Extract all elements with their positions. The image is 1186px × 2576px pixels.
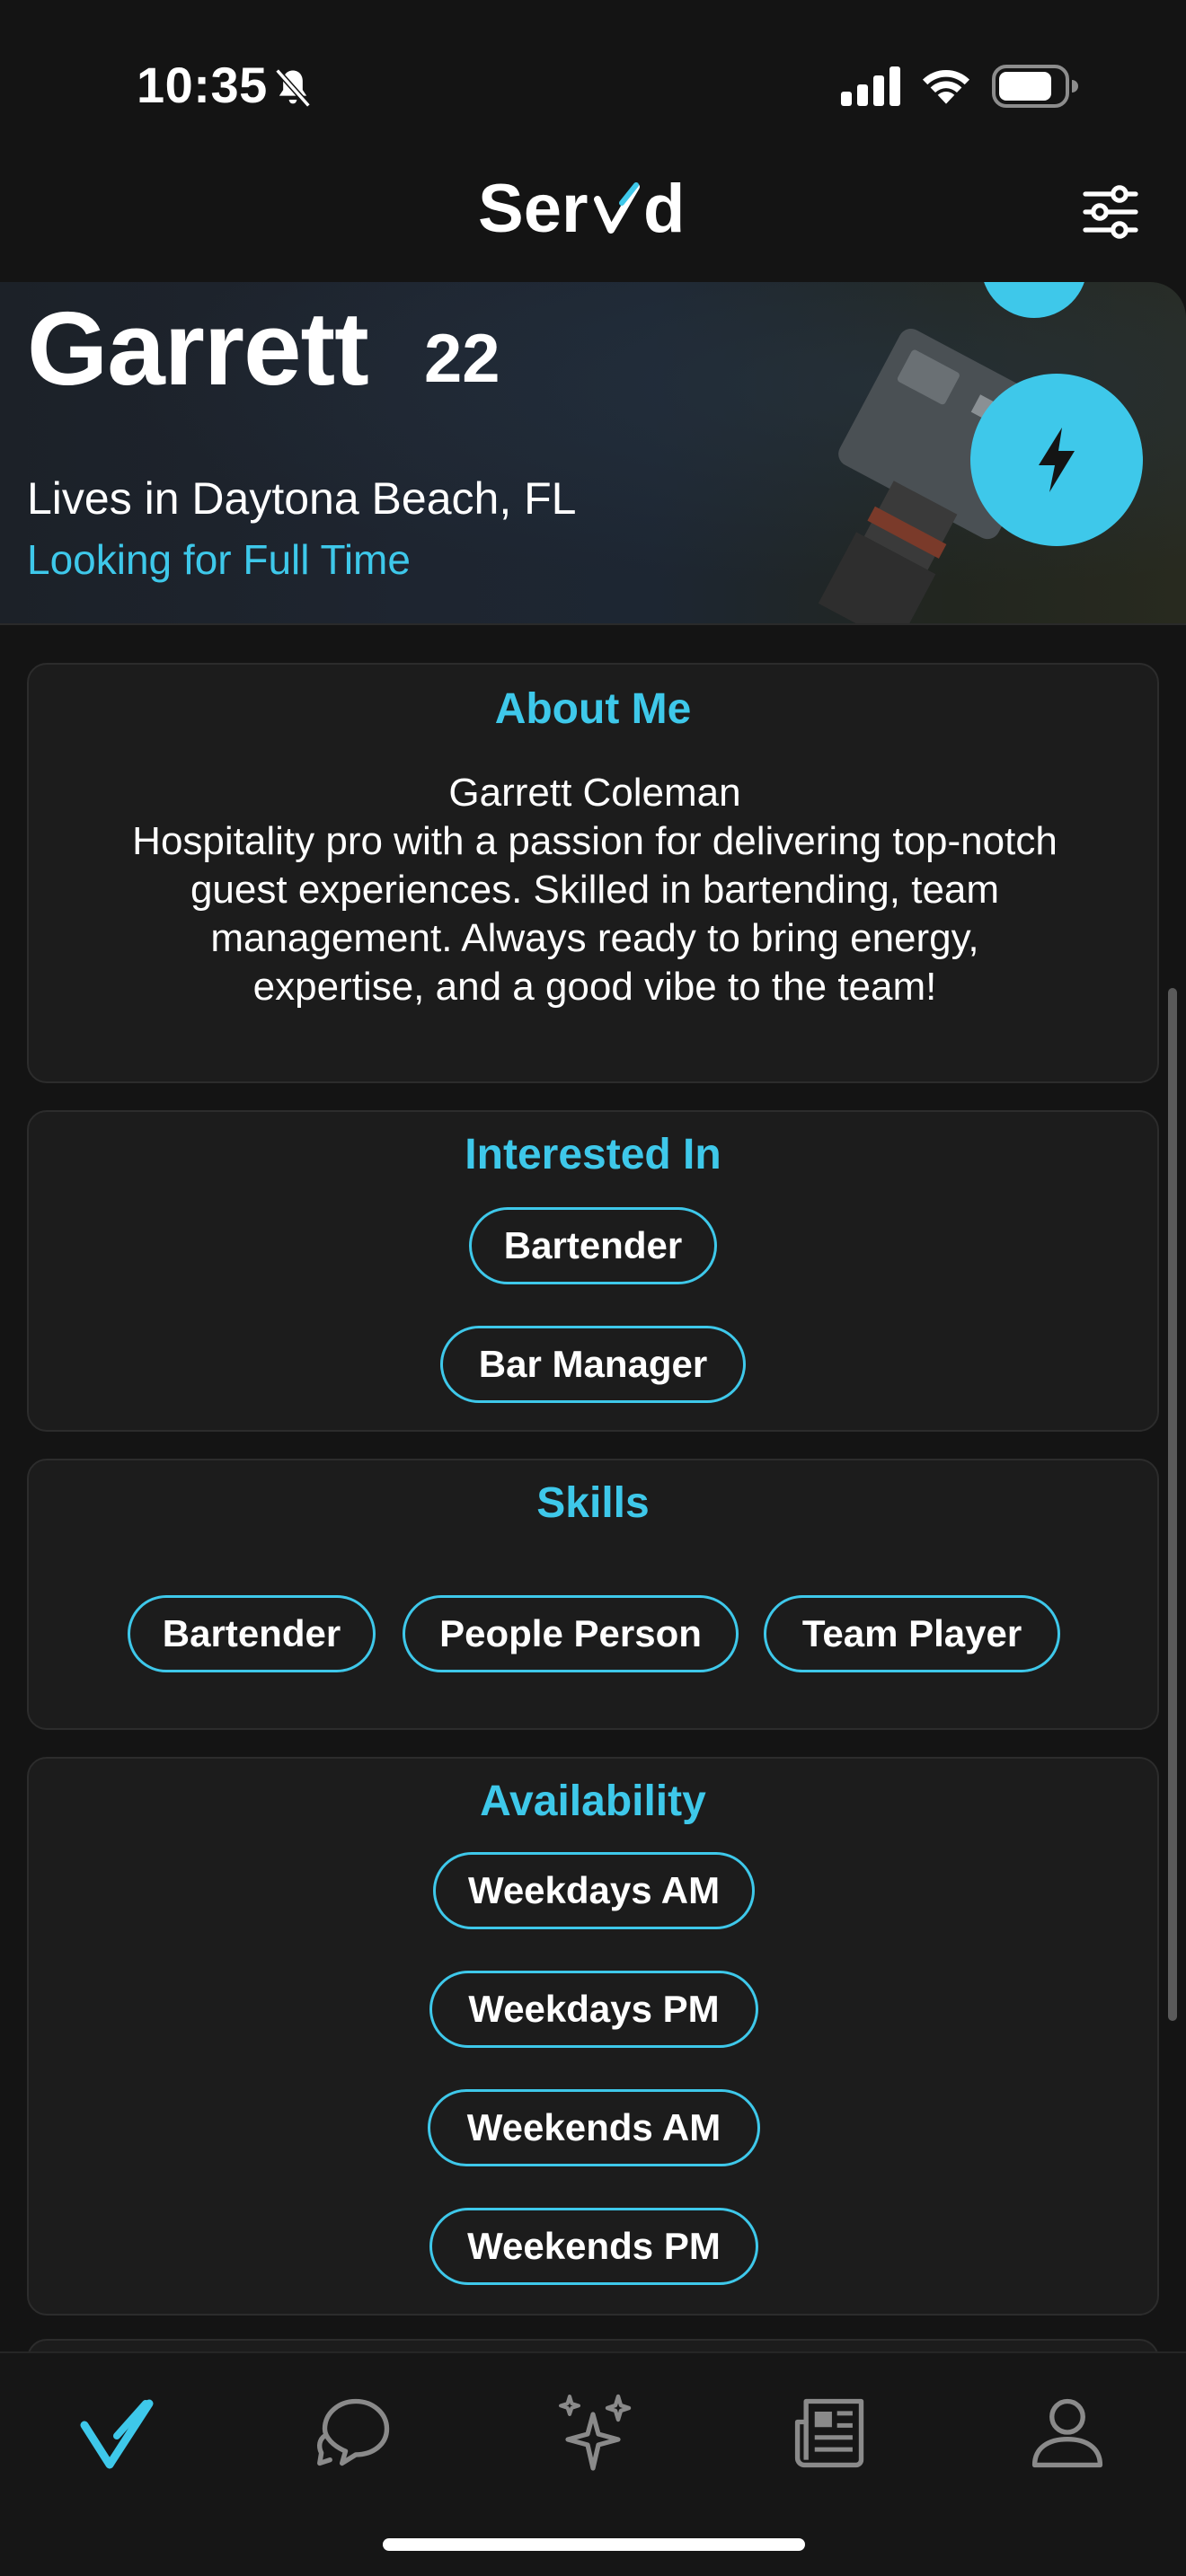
tab-ai[interactable] xyxy=(548,2387,638,2477)
availability-chip[interactable]: Weekdays PM xyxy=(429,1971,758,2048)
svg-text:Ser: Ser xyxy=(478,172,589,244)
tab-profile[interactable] xyxy=(1022,2387,1112,2477)
status-bar: 10:35 xyxy=(0,0,1186,162)
interest-chip[interactable]: Bartender xyxy=(469,1207,717,1284)
profile-name: Garrett xyxy=(27,290,369,407)
skill-chip[interactable]: Bartender xyxy=(128,1595,376,1672)
tab-news[interactable] xyxy=(785,2387,875,2477)
interested-in-title: Interested In xyxy=(465,1131,721,1178)
about-me-card: About Me Garrett Coleman Hospitality pro … xyxy=(27,663,1159,1083)
servd-logo: Ser d xyxy=(478,172,685,244)
interested-in-card: Interested In Bartender Bar Manager xyxy=(27,1110,1159,1432)
about-me-title: About Me xyxy=(494,685,692,733)
person-icon xyxy=(1031,2398,1103,2468)
about-me-text: Garrett Coleman Hospitality pro with a pa… xyxy=(128,769,1062,1011)
cellular-signal-icon xyxy=(841,66,900,106)
lightning-bolt-icon xyxy=(1039,428,1075,492)
home-indicator[interactable] xyxy=(383,2538,805,2551)
tab-messages[interactable] xyxy=(311,2387,401,2477)
wifi-icon xyxy=(922,69,970,104)
availability-card: Availability Weekdays AM Weekdays PM Wee… xyxy=(27,1757,1159,2316)
bell-off-icon xyxy=(275,68,311,108)
availability-title: Availability xyxy=(480,1778,706,1825)
about-me-fullname: Garrett Coleman xyxy=(448,771,741,815)
availability-chip[interactable]: Weekdays AM xyxy=(433,1852,755,1929)
availability-chip[interactable]: Weekends PM xyxy=(429,2208,758,2285)
checkmark-logo-icon xyxy=(80,2399,154,2469)
profile-location: Lives in Daytona Beach, FL xyxy=(27,473,577,524)
svg-text:d: d xyxy=(643,172,685,244)
skill-chip[interactable]: Team Player xyxy=(764,1595,1060,1672)
sparkles-icon xyxy=(559,2394,632,2471)
battery-icon xyxy=(992,65,1078,108)
status-time: 10:35 xyxy=(137,57,268,113)
profile-age: 22 xyxy=(424,321,500,397)
scrollbar[interactable] xyxy=(1168,988,1177,2021)
chat-bubbles-icon xyxy=(317,2398,390,2466)
newspaper-icon xyxy=(794,2398,864,2468)
skill-chip[interactable]: People Person xyxy=(403,1595,739,1672)
profile-looking-for: Looking for Full Time xyxy=(27,536,411,583)
availability-chip[interactable]: Weekends AM xyxy=(428,2089,760,2166)
interest-chip[interactable]: Bar Manager xyxy=(440,1326,746,1403)
tab-discover[interactable] xyxy=(75,2387,165,2477)
divider xyxy=(0,623,1186,625)
skills-card: Skills Bartender People Person Team Play… xyxy=(27,1459,1159,1730)
skills-title: Skills xyxy=(536,1479,650,1527)
filter-settings-icon[interactable] xyxy=(1082,185,1139,239)
boost-button[interactable] xyxy=(970,374,1143,546)
about-me-bio: Hospitality pro with a passion for deliv… xyxy=(132,819,1058,1009)
